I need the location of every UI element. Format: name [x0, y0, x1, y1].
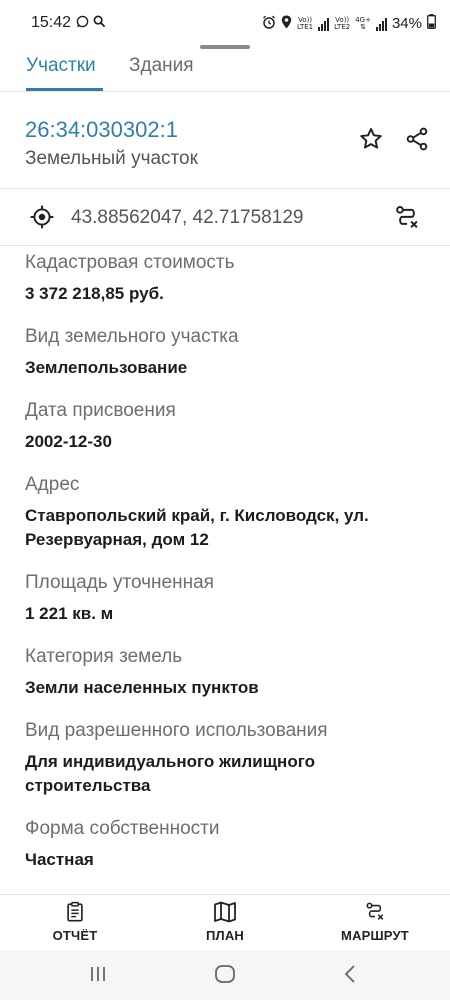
plan-button[interactable]: ПЛАН: [180, 901, 270, 943]
sim2-indicator: Vo)) LTE2: [334, 16, 351, 31]
field-value: 1 221 кв. м: [25, 604, 114, 623]
field-value: Землепользование: [25, 358, 188, 377]
object-header: 26:34:030302:1 Земельный участок: [0, 93, 450, 189]
field-cadastral-value: Кадастровая стоимость 3 372 218,85 руб.: [25, 251, 435, 306]
sim1-indicator: Vo)) LTE1: [297, 16, 314, 31]
share-icon: [404, 126, 430, 157]
coordinates-row: 43.88562047, 42.71758129: [0, 190, 450, 246]
network-arrows-icon: ⇅: [360, 22, 367, 31]
bottom-nav: ОТЧЁТ ПЛАН МАРШРУТ: [0, 894, 450, 950]
alarm-icon: [262, 15, 276, 33]
route-button[interactable]: МАРШРУТ: [330, 901, 420, 943]
field-value: Земли населенных пунктов: [25, 678, 259, 697]
field-value: 2002-12-30: [25, 432, 112, 451]
location-icon: [281, 15, 292, 33]
target-icon[interactable]: [29, 204, 55, 235]
recent-apps-icon[interactable]: [88, 964, 108, 989]
field-label: Кадастровая стоимость: [25, 252, 235, 273]
field-value: Для индивидуального жилищного строительс…: [25, 752, 315, 795]
back-icon[interactable]: [342, 964, 358, 989]
battery-icon: [427, 14, 436, 33]
field-address: Адрес Ставропольский край, г. Кисловодск…: [25, 473, 435, 552]
sheet-drag-handle[interactable]: [200, 45, 250, 49]
sim2-bottom-label: LTE2: [334, 22, 351, 31]
share-button[interactable]: [400, 124, 434, 158]
field-label: Вид разрешенного использования: [25, 720, 328, 741]
report-button[interactable]: ОТЧЁТ: [30, 901, 120, 943]
field-label: Вид земельного участка: [25, 326, 239, 347]
field-value: Частная: [25, 850, 94, 869]
signal-bars-2-icon: [375, 17, 387, 31]
clipboard-icon: [30, 901, 120, 923]
system-nav-bar: [0, 950, 450, 1000]
battery-percent: 34%: [391, 15, 422, 32]
active-tab-indicator: [26, 88, 103, 91]
tab-buildings[interactable]: Здания: [129, 55, 194, 77]
whatsapp-icon: [76, 15, 89, 33]
field-label: Категория земель: [25, 646, 183, 667]
field-label: Площадь уточненная: [25, 572, 214, 593]
field-area: Площадь уточненная 1 221 кв. м: [25, 571, 435, 626]
details-list: Кадастровая стоимость 3 372 218,85 руб. …: [25, 251, 435, 891]
report-label: ОТЧЁТ: [52, 928, 98, 943]
search-icon: [93, 15, 106, 33]
tab-parcels[interactable]: Участки: [26, 55, 96, 77]
field-label: Адрес: [25, 474, 80, 495]
field-label: Дата присвоения: [25, 400, 176, 421]
route-icon[interactable]: [393, 204, 421, 237]
field-label: Форма собственности: [25, 818, 220, 839]
field-assignment-date: Дата присвоения 2002-12-30: [25, 399, 435, 454]
status-bar: 15:42 Vo)) LTE1 Vo)) LTE2 4G+ ⇅ 34%: [0, 0, 450, 40]
signal-bars-1-icon: [318, 17, 330, 31]
home-icon[interactable]: [214, 964, 236, 989]
status-time: 15:42: [31, 14, 72, 31]
field-value: Ставропольский край, г. Кисловодск, ул. …: [25, 506, 369, 549]
favorite-button[interactable]: [354, 124, 388, 158]
field-parcel-kind: Вид земельного участка Землепользование: [25, 325, 435, 380]
field-value: 3 372 218,85 руб.: [25, 284, 164, 303]
route-label: МАРШРУТ: [341, 928, 409, 943]
map-icon: [180, 901, 270, 923]
status-left-icons: [76, 15, 106, 33]
plan-label: ПЛАН: [205, 928, 245, 943]
field-land-category: Категория земель Земли населенных пункто…: [25, 645, 435, 700]
field-ownership: Форма собственности Частная: [25, 817, 435, 872]
star-outline-icon: [358, 126, 384, 157]
cadastral-number[interactable]: 26:34:030302:1: [25, 117, 178, 143]
field-permitted-use: Вид разрешенного использования Для индив…: [25, 719, 435, 798]
status-right: Vo)) LTE1 Vo)) LTE2 4G+ ⇅ 34%: [262, 14, 436, 33]
network-type: 4G+ ⇅: [355, 16, 371, 31]
object-type: Земельный участок: [25, 148, 198, 169]
sim1-bottom-label: LTE1: [297, 22, 314, 31]
coordinates-text[interactable]: 43.88562047, 42.71758129: [71, 207, 303, 229]
tabs-bar: Участки Здания: [0, 40, 450, 92]
route-icon: [330, 901, 420, 923]
